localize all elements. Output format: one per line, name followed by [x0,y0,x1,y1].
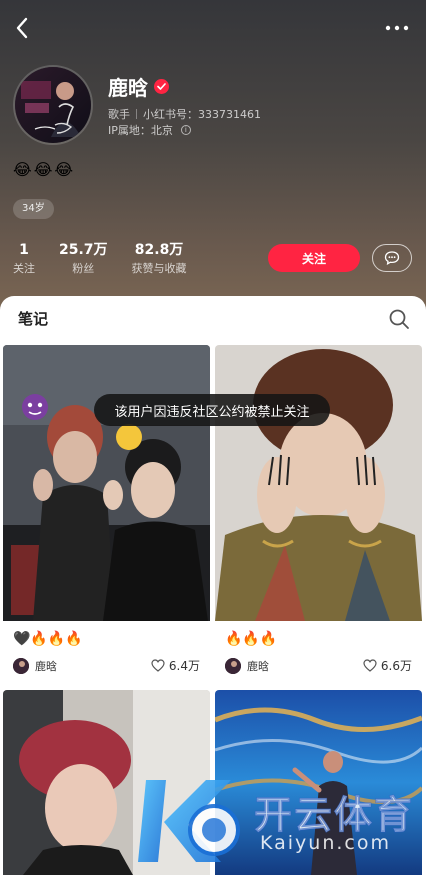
info-row: 歌手 小红书号：333731461 [108,106,261,122]
user-id-label: 小红书号：333731461 [143,108,261,121]
info-icon[interactable]: i [180,125,191,135]
stat-label: 获赞与收藏 [131,262,187,275]
stat-label: 关注 [13,262,35,275]
note-author: 鹿晗 [247,659,269,673]
heart-icon [151,659,165,672]
verified-icon [154,79,169,94]
bio-text: 😂😂😂 [13,160,76,179]
heart-icon [363,659,377,672]
follow-button[interactable]: 关注 [268,244,360,272]
note-cover-image [3,345,210,621]
note-author: 鹿晗 [35,659,57,673]
search-button[interactable] [388,308,410,330]
stat-following[interactable]: 1 关注 [13,241,35,277]
note-meta: 鹿晗 6.6万 [225,657,412,674]
stat-value: 25.7万 [59,242,108,258]
profile-header: 鹿晗 歌手 小红书号：333731461 IP属地：北京 i 😂😂😂 34岁 1… [0,0,426,310]
role-label: 歌手 [108,108,130,121]
note-card[interactable] [215,690,422,875]
stats-row: 1 关注 25.7万 粉丝 82.8万 获赞与收藏 [13,241,211,277]
like-count-button[interactable]: 6.6万 [363,657,412,674]
note-meta: 鹿晗 6.4万 [13,657,200,674]
note-cover-image [215,690,422,875]
divider [136,109,137,119]
back-button[interactable] [10,14,34,42]
stat-likes-collects[interactable]: 82.8万 获赞与收藏 [132,241,187,277]
note-cover-image [215,345,422,621]
author-avatar [225,657,241,674]
tab-notes[interactable]: 笔记 [18,308,48,329]
more-button[interactable] [382,16,412,40]
note-title: 🖤🔥🔥🔥 [13,631,83,647]
note-cover-image [3,690,210,875]
avatar[interactable] [13,65,93,145]
message-button[interactable] [372,244,412,272]
avatar-image [15,67,91,143]
back-arrow-icon [16,17,28,39]
author-avatar [13,657,29,674]
chat-icon [384,251,400,265]
stat-fans[interactable]: 25.7万 粉丝 [59,241,108,277]
ip-row: IP属地：北京 i [108,122,191,138]
search-icon [389,309,409,329]
profile-name: 鹿晗 [108,76,148,100]
like-count-button[interactable]: 6.4万 [151,657,200,674]
name-row: 鹿晗 [108,72,169,101]
age-tag: 34岁 [13,199,54,219]
stat-label: 粉丝 [72,262,95,275]
toast-message: 该用户因违反社区公约被禁止关注 [94,394,330,426]
stat-value: 1 [19,242,29,258]
ip-location-label: IP属地：北京 [108,124,173,137]
stat-value: 82.8万 [134,242,184,258]
more-dots-icon [385,25,409,31]
like-count: 6.6万 [380,659,412,673]
note-card[interactable] [3,690,210,875]
note-title: 🔥🔥🔥 [225,631,278,647]
like-count: 6.4万 [168,659,200,673]
